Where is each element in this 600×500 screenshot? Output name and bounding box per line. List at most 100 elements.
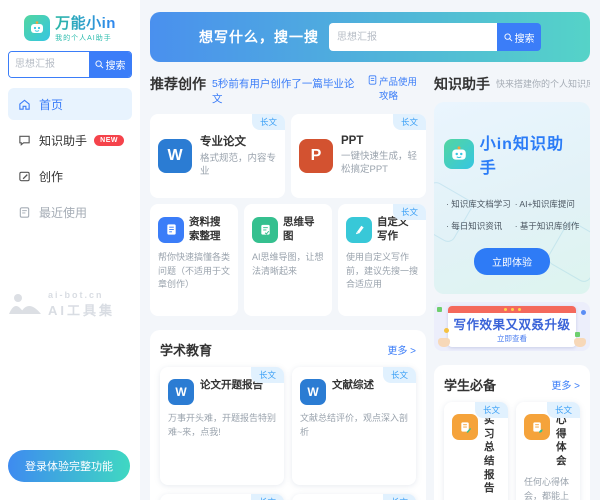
- app-logo: 万能小in 我的个人AI助手: [8, 8, 132, 51]
- hand-icon: [574, 338, 586, 347]
- card-desc: 帮你快速搞懂各类问题（不适用于文章创作）: [158, 251, 230, 292]
- app-card-reflections[interactable]: 长文 心得体会 任何心得体会，都能上价值!: [516, 402, 580, 500]
- card-desc: 文献总结评价，观点深入剖析: [300, 412, 408, 440]
- sidebar: 万能小in 我的个人AI助手 搜索 首页 知识助手 NEW 创作 最近使用: [0, 0, 140, 500]
- main-content: 想写什么，搜一搜 搜索 推荐创作 5秒前有用户创作了一篇毕业论文 产品使用攻略: [140, 0, 600, 500]
- sidebar-item-label: 最近使用: [39, 204, 87, 221]
- card-title: 思维导图: [283, 216, 324, 243]
- long-text-badge: 长文: [251, 367, 284, 383]
- hero-search-input[interactable]: [329, 23, 497, 51]
- app-card-custom-writing[interactable]: 长文 自定义写作 使用自定义写作前，建议先搜一搜合适应用: [338, 204, 426, 316]
- promo-banner[interactable]: 写作效果又双叒升级 立即查看: [434, 302, 590, 351]
- card-title: 资料搜索整理: [189, 216, 230, 243]
- mountain-logo-icon: [8, 292, 42, 318]
- promo-cta: 立即查看: [448, 333, 576, 347]
- section-title: 学生必备: [444, 375, 496, 394]
- app-card-proposal[interactable]: 长文 W 论文开题报告 万事开头难，开题报告特别难~来，点我!: [160, 367, 284, 485]
- product-guide-link[interactable]: 产品使用攻略: [368, 74, 426, 102]
- search-icon: [95, 60, 104, 69]
- word-icon: W: [158, 139, 192, 173]
- word-icon: W: [300, 379, 326, 405]
- knowledge-assistant-card[interactable]: 小in知识助手 · 知识库文档学习 · AI+知识库提问 · 每日知识资讯 · …: [434, 102, 590, 294]
- long-text-badge: 长文: [393, 114, 426, 130]
- long-text-badge: 长文: [252, 114, 285, 130]
- sidebar-item-label: 首页: [39, 96, 63, 113]
- doc-search-icon: [158, 217, 184, 243]
- recommend-ticker: 5秒前有用户创作了一篇毕业论文: [212, 76, 362, 106]
- more-link[interactable]: 更多 >: [551, 377, 580, 392]
- card-title: 文献综述: [332, 379, 374, 393]
- hero-prompt: 想写什么，搜一搜: [199, 27, 319, 47]
- pen-icon: [346, 217, 372, 243]
- card-desc: AI思维导图，让想法清晰起来: [252, 251, 324, 278]
- promo-title: 写作效果又双叒升级: [448, 313, 576, 333]
- report-pen-icon: [452, 414, 478, 440]
- hand-icon: [438, 338, 450, 347]
- try-now-button[interactable]: 立即体验: [474, 248, 550, 275]
- sidebar-search-button[interactable]: 搜索: [89, 52, 131, 77]
- card-desc: 万事开头难，开题报告特别难~来，点我!: [168, 412, 276, 440]
- sidebar-menu: 首页 知识助手 NEW 创作 最近使用: [8, 88, 132, 228]
- sidebar-item-label: 知识助手: [39, 132, 87, 149]
- more-link[interactable]: 更多 >: [387, 342, 416, 357]
- hero-search-button[interactable]: 搜索: [497, 23, 541, 51]
- card-desc: 格式规范，内容专业: [200, 153, 277, 179]
- long-text-badge: 长文: [383, 367, 416, 383]
- hero-search: 搜索: [329, 23, 541, 51]
- app-card-research[interactable]: 资料搜索整理 帮你快速搞懂各类问题（不适用于文章创作）: [150, 204, 238, 316]
- long-text-badge: 长文: [251, 494, 284, 500]
- app-card-thesis[interactable]: 长文 W 专业论文格式规范，内容专业: [150, 114, 285, 198]
- card-desc: 任何心得体会，都能上价值!: [524, 476, 572, 500]
- app-card-literature-review[interactable]: 长文 W 文献综述 文献总结评价，观点深入剖析: [292, 367, 416, 485]
- app-card-internship-report[interactable]: 长文 实习总结报告 实习的同学点这里，几分钟让你的实习总结报告内容满满: [444, 402, 508, 500]
- sidebar-item-home[interactable]: 首页: [8, 88, 132, 120]
- app-card-ppt[interactable]: 长文 P PPT 一键快速生成，轻松搞定PPT: [291, 114, 426, 198]
- search-icon: [504, 33, 513, 42]
- recommend-column: 推荐创作 5秒前有用户创作了一篇毕业论文 产品使用攻略 长文 W 专业论文格式规…: [150, 70, 426, 500]
- knowledge-feature: · 知识库文档学习: [446, 198, 511, 210]
- notes-leaf-icon: [524, 414, 550, 440]
- ppt-icon: P: [299, 139, 333, 173]
- edit-icon: [18, 170, 31, 183]
- app-card-partial[interactable]: 长文: [160, 494, 284, 500]
- section-academic: 学术教育 更多 > 长文 W 论文开题报告 万事开头难，开题报告特别难~来，点我…: [150, 330, 426, 500]
- new-badge: NEW: [94, 135, 124, 146]
- watermark-name: AI工具集: [48, 300, 115, 319]
- knowledge-column: 知识助手 快来搭建你的个人知识库~ 小in知识助手 · 知识库文档学习 · AI…: [434, 70, 590, 500]
- login-button[interactable]: 登录体验完整功能: [8, 450, 130, 482]
- sidebar-search: 搜索: [8, 51, 132, 78]
- card-title: 自定义写作: [377, 216, 418, 243]
- app-title: 万能小in: [55, 12, 116, 33]
- section-title: 学术教育: [160, 340, 212, 359]
- card-desc: 使用自定义写作前，建议先搜一搜合适应用: [346, 251, 418, 292]
- knowledge-feature: · AI+知识库提问: [515, 198, 580, 210]
- watermark: ai-bot.cn AI工具集: [8, 290, 132, 319]
- knowledge-feature: · 每日知识资讯: [446, 220, 511, 232]
- section-students: 学生必备 更多 > 长文 实习总结报告 实习的同学点这里，几分钟让你的实习总结报…: [434, 365, 590, 500]
- long-text-badge: 长文: [393, 204, 426, 220]
- app-subtitle: 我的个人AI助手: [55, 33, 116, 43]
- sidebar-item-recent[interactable]: 最近使用: [8, 196, 132, 228]
- promo-top-bar: [448, 306, 576, 313]
- app-card-partial[interactable]: 长文: [292, 494, 416, 500]
- card-desc: 一键快速生成，轻松搞定PPT: [341, 151, 418, 177]
- chat-icon: [18, 134, 31, 147]
- long-text-badge: 长文: [475, 402, 508, 418]
- knowledge-title: 知识助手: [434, 74, 490, 94]
- long-text-badge: 长文: [383, 494, 416, 500]
- sidebar-item-knowledge[interactable]: 知识助手 NEW: [8, 124, 132, 156]
- knowledge-subtitle: 快来搭建你的个人知识库~: [496, 77, 590, 90]
- card-title: 专业论文: [200, 133, 277, 149]
- long-text-badge: 长文: [547, 402, 580, 418]
- card-title: 实习总结报告: [484, 414, 500, 496]
- sidebar-item-create[interactable]: 创作: [8, 160, 132, 192]
- robot-logo-icon: [24, 15, 50, 41]
- knowledge-card-title: 小in知识助手: [480, 130, 580, 178]
- sidebar-search-input[interactable]: [9, 52, 89, 77]
- app-card-mindmap[interactable]: 思维导图 AI思维导图，让想法清晰起来: [244, 204, 332, 316]
- robot-logo-icon: [444, 139, 474, 169]
- card-title: 心得体会: [556, 414, 572, 469]
- guide-doc-icon: [368, 75, 377, 85]
- card-title: PPT: [341, 135, 418, 147]
- watermark-domain: ai-bot.cn: [48, 290, 115, 300]
